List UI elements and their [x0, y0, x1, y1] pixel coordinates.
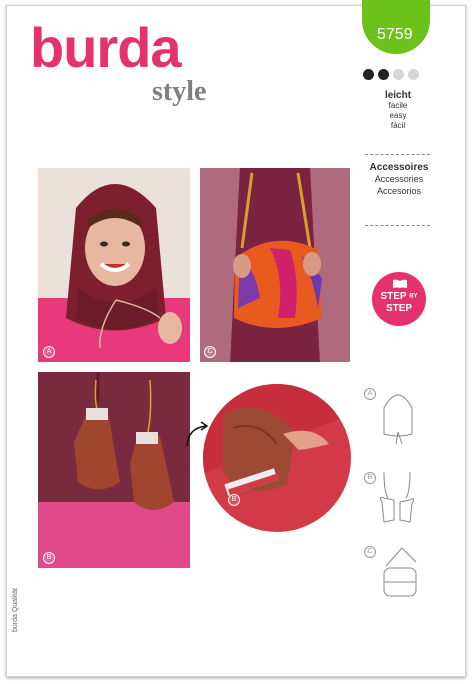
- difficulty-translation: fácil: [390, 121, 406, 130]
- sketch-letter: C: [364, 546, 376, 558]
- difficulty-main: leicht: [384, 90, 412, 101]
- hood-sketch-icon: [383, 394, 413, 445]
- view-letter: A: [43, 346, 55, 358]
- difficulty-label: leicht facile easy fácil: [368, 90, 428, 131]
- category-translation: Accesorios: [376, 186, 421, 196]
- difficulty-dot-filled: [363, 69, 374, 80]
- mittens-photo: B: [38, 372, 190, 568]
- sketch-letter: A: [364, 388, 376, 400]
- fur-bag-photo: C: [200, 168, 350, 362]
- pattern-number: 5759: [377, 26, 413, 43]
- hood-photo: A: [38, 168, 190, 362]
- difficulty-translation: easy: [389, 111, 407, 120]
- category-translation: Accessories: [374, 174, 424, 184]
- view-letter: B: [43, 552, 55, 564]
- category-main: Accessoires: [369, 162, 429, 173]
- brand-sub-logo: style: [152, 76, 207, 107]
- step-word: STEP: [380, 291, 407, 302]
- quality-label: burda Qualität: [12, 588, 19, 632]
- difficulty-dot-filled: [378, 69, 389, 80]
- bag-sketch-icon: [383, 547, 417, 597]
- step-line-2: STEP: [385, 303, 413, 314]
- category-label: Accessoires Accessories Accesorios: [366, 162, 432, 197]
- difficulty-dot-empty: [408, 69, 419, 80]
- difficulty-dots: [363, 69, 419, 80]
- by-word: BY: [409, 293, 418, 300]
- difficulty-dot-empty: [393, 69, 404, 80]
- mitten-detail-photo: B: [203, 384, 351, 532]
- view-letter: B: [228, 494, 240, 506]
- brand-logo: burda: [30, 16, 182, 79]
- difficulty-translation: facile: [388, 101, 408, 110]
- arrow-icon: [186, 421, 209, 447]
- book-icon: [393, 279, 407, 288]
- step-by-step-badge: STEP BY STEP: [372, 272, 426, 326]
- step-line-1: STEP BY: [372, 291, 426, 302]
- divider: [365, 225, 430, 226]
- pattern-envelope: 5759 burda style leicht facile easy fáci…: [0, 0, 474, 684]
- view-letter: C: [204, 346, 216, 358]
- divider: [365, 154, 430, 155]
- mittens-sketch-icon: [379, 472, 415, 523]
